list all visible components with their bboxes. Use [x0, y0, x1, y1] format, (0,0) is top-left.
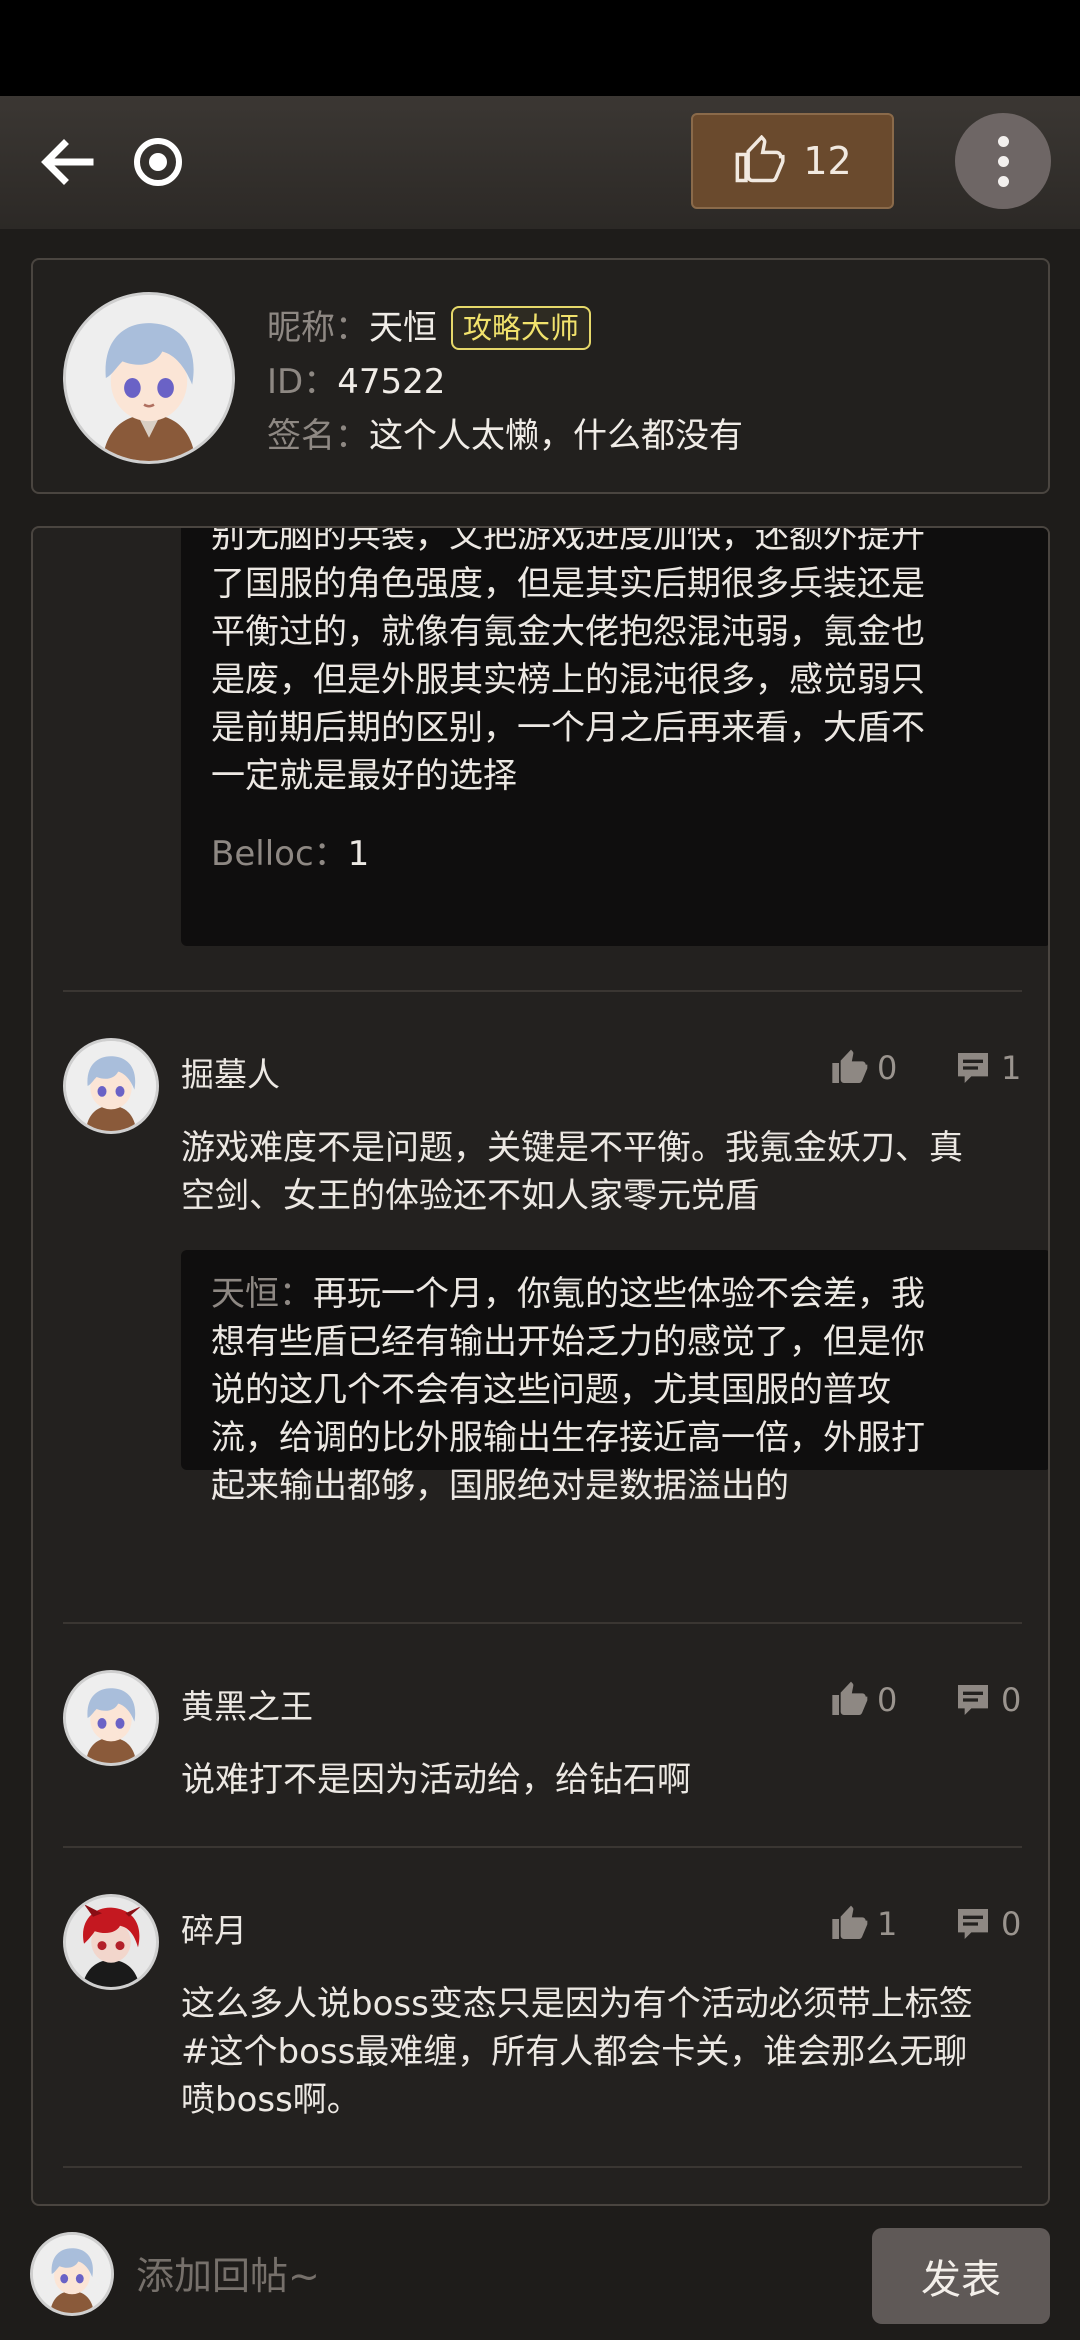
sub-reply-text: 1 — [347, 834, 370, 874]
divider — [63, 2166, 1022, 2168]
commenter-avatar[interactable] — [63, 1670, 159, 1766]
comment-text: 说难打不是因为活动给，给钻石啊 — [181, 1756, 1048, 1804]
comment-reply-button[interactable]: 0 — [953, 1904, 1021, 1944]
reply-text-line: 了国服的角色强度，但是其实后期很多兵装还是 — [211, 564, 925, 604]
replies-panel[interactable]: 别无脑的兵装，又把游戏进度加快，还额外提升 了国服的角色强度，但是其实后期很多兵… — [31, 526, 1050, 2206]
reply-count: 0 — [1001, 1905, 1022, 1943]
like-count: 12 — [803, 139, 852, 183]
comment-icon — [958, 1685, 988, 1715]
commenter-avatar[interactable] — [63, 1894, 159, 1990]
reply-text-line: 一定就是最好的选择 — [211, 756, 517, 796]
reply-text-line: 是前期后期的区别，一个月之后再来看，大盾不 — [211, 708, 925, 748]
divider — [63, 1622, 1022, 1624]
sub-reply-line: 天恒：再玩一个月，你氪的这些体验不会差，我 — [211, 1270, 1021, 1318]
sub-reply-text: 再玩一个月，你氪的这些体验不会差，我 — [313, 1274, 925, 1314]
comment-like-button[interactable]: 1 — [829, 1904, 897, 1944]
comment-icon — [958, 1053, 988, 1083]
nickname-label: 昵称： — [267, 308, 369, 348]
target-icon — [134, 138, 182, 186]
reply-count: 1 — [1001, 1049, 1022, 1087]
sub-reply[interactable]: Belloc：1 — [211, 830, 1021, 878]
like-button[interactable]: 12 — [691, 113, 894, 209]
author-profile-card: 昵称： 天恒 攻略大师 ID： 47522 签名： 这个人太懒，什么都没有 — [31, 258, 1050, 494]
reply-text-line: 平衡过的，就像有氪金大佬抱怨混沌弱，氪金也 — [211, 612, 925, 652]
more-vertical-icon — [997, 135, 1009, 147]
reply-input[interactable] — [136, 2236, 856, 2316]
comment-reply-button[interactable]: 0 — [953, 1680, 1021, 1720]
comment-text: 这么多人说boss变态只是因为有个活动必须带上标签 #这个boss最难缠，所有人… — [181, 1980, 1048, 2124]
comment-text-line: 说难打不是因为活动给，给钻石啊 — [181, 1760, 691, 1800]
id-label: ID： — [267, 362, 338, 402]
comment-like-button[interactable]: 0 — [829, 1680, 897, 1720]
thumbs-up-icon — [832, 1905, 868, 1939]
target-button[interactable] — [126, 130, 190, 194]
sub-reply-line: 起来输出都够，国服绝对是数据溢出的 — [211, 1466, 789, 1506]
reply-thread[interactable]: 天恒：再玩一个月，你氪的这些体验不会差，我 想有些盾已经有输出开始乏力的感觉了，… — [181, 1250, 1048, 1506]
comment-like-button[interactable]: 0 — [829, 1048, 897, 1088]
back-arrow-icon — [41, 139, 94, 185]
nickname-row: 昵称： 天恒 攻略大师 — [267, 304, 592, 352]
comment-text-line: 游戏难度不是问题，关键是不平衡。我氪金妖刀、真 — [181, 1128, 963, 1168]
reply-text-line: 别无脑的兵装，又把游戏进度加快，还额外提升 — [211, 526, 925, 556]
id-row: ID： 47522 — [267, 358, 445, 406]
comment-text: 游戏难度不是问题，关键是不平衡。我氪金妖刀、真 空剑、女王的体验还不如人家零元党… — [181, 1124, 1048, 1220]
like-count: 0 — [877, 1681, 898, 1719]
reply-text-line: 是废，但是外服其实榜上的混沌很多，感觉弱只 — [211, 660, 925, 700]
like-count: 0 — [877, 1049, 898, 1087]
like-count: 1 — [877, 1905, 898, 1943]
thumbs-up-icon — [735, 135, 785, 183]
author-avatar[interactable] — [63, 292, 235, 464]
reply-count: 0 — [1001, 1681, 1022, 1719]
commenter-name[interactable]: 掘墓人 — [181, 1048, 280, 1096]
back-button[interactable] — [36, 130, 100, 194]
status-bar — [0, 0, 1080, 96]
sub-reply-line: 说的这几个不会有这些问题，尤其国服的普攻 — [211, 1370, 891, 1410]
more-options-button[interactable] — [955, 113, 1051, 209]
divider — [63, 990, 1022, 992]
comment-text-line: 这么多人说boss变态只是因为有个活动必须带上标签 — [181, 1984, 973, 2024]
commenter-avatar[interactable] — [63, 1038, 159, 1134]
thumbs-up-icon — [832, 1049, 868, 1083]
nickname: 天恒 — [369, 308, 437, 348]
sub-reply-line: 流，给调的比外服输出生存接近高一倍，外服打 — [211, 1418, 925, 1458]
commenter-name[interactable]: 碎月 — [181, 1904, 247, 1952]
signature-label: 签名： — [267, 416, 369, 456]
comment-text-line: 喷boss啊。 — [181, 2080, 361, 2120]
user-id: 47522 — [337, 362, 446, 402]
signature: 这个人太懒，什么都没有 — [369, 416, 743, 456]
reply-composer: 发表 — [0, 2210, 1080, 2340]
signature-row: 签名： 这个人太懒，什么都没有 — [267, 412, 743, 460]
my-avatar[interactable] — [30, 2232, 114, 2316]
top-bar: 12 — [0, 96, 1080, 229]
divider — [63, 1846, 1022, 1848]
title-badge: 攻略大师 — [451, 306, 592, 350]
send-button[interactable]: 发表 — [872, 2228, 1050, 2324]
reply-thread: 别无脑的兵装，又把游戏进度加快，还额外提升 了国服的角色强度，但是其实后期很多兵… — [181, 526, 1048, 946]
thumbs-up-icon — [832, 1681, 868, 1715]
sub-reply-author: 天恒： — [211, 1274, 313, 1314]
comment-text-line: #这个boss最难缠，所有人都会卡关，谁会那么无聊 — [181, 2032, 968, 2072]
comment-icon — [958, 1909, 988, 1939]
comment-text-line: 空剑、女王的体验还不如人家零元党盾 — [181, 1176, 759, 1216]
sub-reply-line: 想有些盾已经有输出开始乏力的感觉了，但是你 — [211, 1322, 925, 1362]
sub-reply-author: Belloc： — [211, 834, 348, 874]
commenter-name[interactable]: 黄黑之王 — [181, 1680, 313, 1728]
comment-reply-button[interactable]: 1 — [953, 1048, 1021, 1088]
